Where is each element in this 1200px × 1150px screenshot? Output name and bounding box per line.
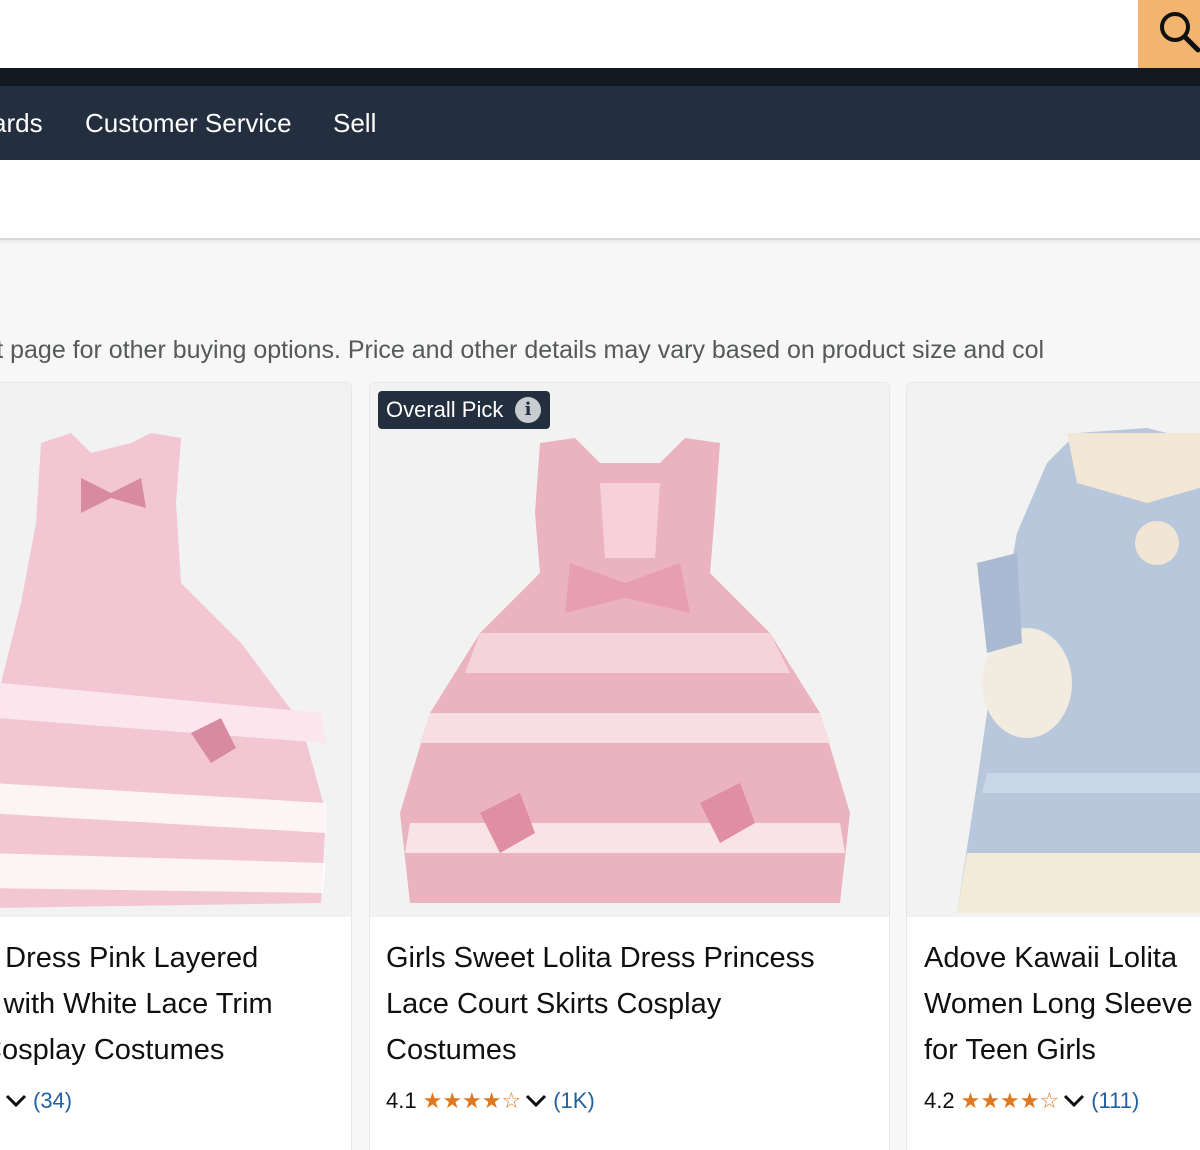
product-card[interactable]: Girls Sweet Lolita Dress Princess Lace C… (369, 382, 890, 1150)
review-count-link[interactable]: (111) (1091, 1088, 1139, 1114)
product-title-line: Cosplay Costumes (0, 1034, 225, 1066)
nav-item-gift-cards[interactable]: ards (0, 86, 43, 160)
product-image[interactable] (907, 383, 1200, 917)
product-card[interactable]: Adove Kawaii Lolita Women Long Sleeve fo… (906, 382, 1200, 1150)
search-input[interactable] (0, 0, 1138, 68)
product-title[interactable]: a Dress Pink Layered s with White Lace T… (0, 935, 273, 1073)
product-rating: (34) (1, 1086, 72, 1116)
nav-bar: ards Customer Service Sell (0, 86, 1200, 160)
product-title[interactable]: Girls Sweet Lolita Dress Princess Lace C… (386, 935, 815, 1073)
nav-item-customer-service[interactable]: Customer Service (85, 86, 292, 160)
chevron-down-icon[interactable] (1063, 1094, 1085, 1108)
rating-value: 4.1 (386, 1088, 417, 1113)
product-image[interactable] (0, 383, 351, 917)
sub-nav-bar (0, 160, 1200, 240)
product-title-line: Adove Kawaii Lolita (924, 942, 1178, 974)
product-title-line: Women Long Sleeve (924, 988, 1193, 1020)
star-rating-icon[interactable]: ★★★★☆ (423, 1088, 522, 1114)
product-title-line: for Teen Girls (924, 1034, 1096, 1066)
overall-pick-badge: Overall Pick i (378, 391, 550, 429)
info-icon[interactable]: i (515, 397, 541, 423)
chevron-down-icon[interactable] (5, 1094, 27, 1108)
search-bar (0, 0, 1200, 68)
review-count-link[interactable]: (34) (33, 1088, 72, 1114)
buying-options-notice: oduct page for other buying options. Pri… (0, 336, 1045, 364)
rating-value: 4.2 (924, 1088, 955, 1113)
header-strip (0, 68, 1200, 86)
review-count-link[interactable]: (1K) (553, 1088, 595, 1114)
product-rating: 4.2 ★★★★☆ (111) (924, 1086, 1139, 1116)
star-rating-icon[interactable]: ★★★★☆ (961, 1088, 1060, 1114)
chevron-down-icon[interactable] (525, 1094, 547, 1108)
product-title-line: Girls Sweet Lolita Dress Princess (386, 942, 815, 974)
badge-label: Overall Pick (386, 397, 504, 422)
product-title[interactable]: Adove Kawaii Lolita Women Long Sleeve fo… (924, 935, 1193, 1073)
product-title-line: Costumes (386, 1034, 517, 1066)
product-image[interactable] (370, 383, 889, 917)
product-title-line: s with White Lace Trim (0, 988, 273, 1020)
nav-item-sell[interactable]: Sell (333, 86, 376, 160)
search-icon (1160, 12, 1200, 53)
product-card[interactable]: a Dress Pink Layered s with White Lace T… (0, 382, 352, 1150)
product-title-line: Lace Court Skirts Cosplay (386, 988, 722, 1020)
product-rating: 4.1 ★★★★☆ (1K) (386, 1086, 595, 1116)
product-title-line: a Dress Pink Layered (0, 942, 259, 974)
search-button[interactable] (1138, 0, 1200, 68)
